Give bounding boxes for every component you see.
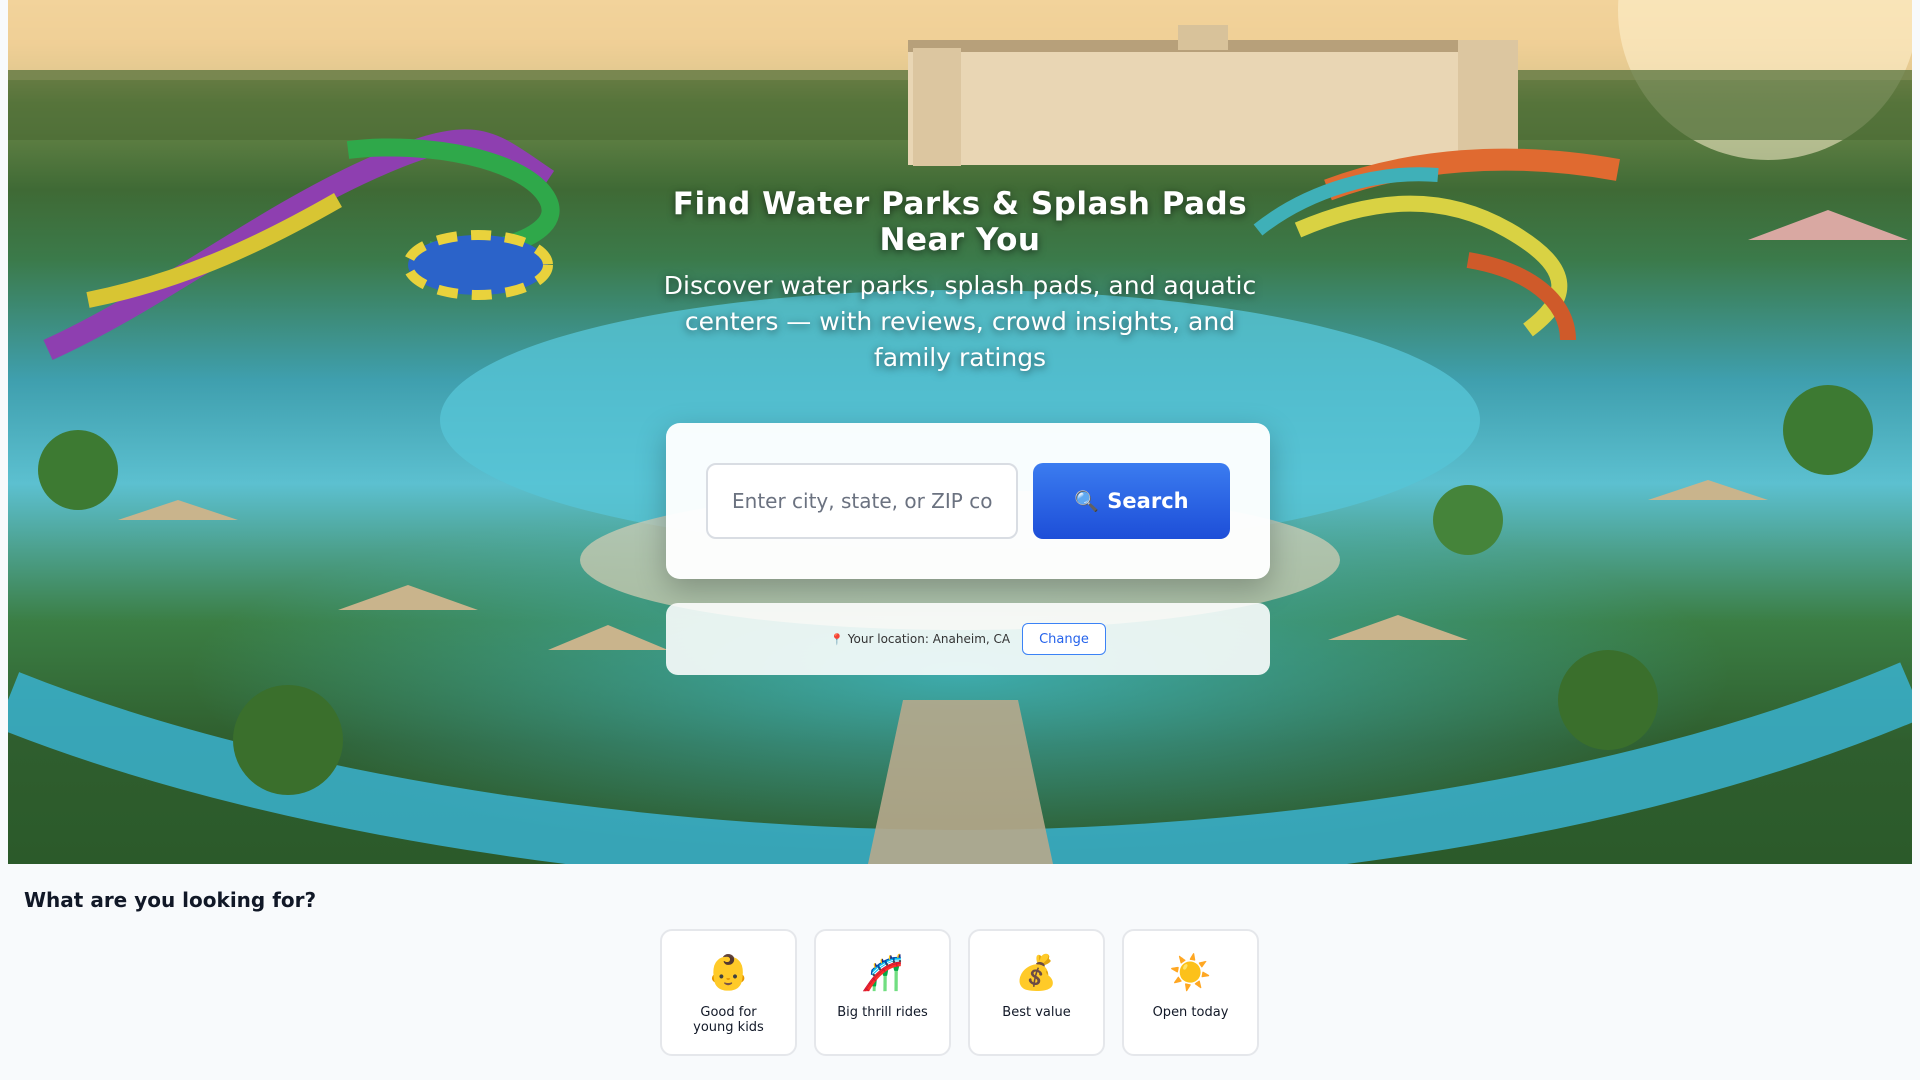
change-location-button[interactable]: Change [1022,623,1106,655]
location-bar: 📍 Your location: Anaheim, CA Change [666,603,1270,675]
filter-thrill-rides[interactable]: 🎢 Big thrill rides [814,929,951,1056]
baby-icon: 👶 [707,953,750,993]
filter-open-today[interactable]: ☀️ Open today [1122,929,1259,1056]
hero-banner: Find Water Parks & Splash Pads Near You … [8,0,1912,864]
filter-label: Best value [1002,1005,1071,1020]
search-card: 🔍 Search [666,423,1270,579]
current-location: 📍 Your location: Anaheim, CA [830,632,1010,646]
filter-label: Good for young kids [693,1005,764,1035]
money-bag-icon: 💰 [1015,953,1058,993]
filters-section-title: What are you looking for? [24,888,317,912]
search-button-label: Search [1107,489,1189,513]
filter-label: Big thrill rides [837,1005,928,1020]
filter-best-value[interactable]: 💰 Best value [968,929,1105,1056]
filter-label: Open today [1152,1005,1229,1020]
hero-subtitle: Discover water parks, splash pads, and a… [663,271,1257,372]
location-pin-icon: 📍 [830,632,844,646]
location-text: Your location: Anaheim, CA [847,632,1011,646]
hero-title: Find Water Parks & Splash Pads Near You [672,186,1248,258]
search-button[interactable]: 🔍 Search [1033,463,1230,539]
filter-young-kids[interactable]: 👶 Good for young kids [660,929,797,1056]
location-search-input[interactable] [706,463,1018,539]
roller-coaster-icon: 🎢 [861,953,904,993]
sun-icon: ☀️ [1169,953,1212,993]
search-icon: 🔍 [1074,489,1100,513]
filter-options: 👶 Good for young kids 🎢 Big thrill rides… [660,929,1259,1056]
